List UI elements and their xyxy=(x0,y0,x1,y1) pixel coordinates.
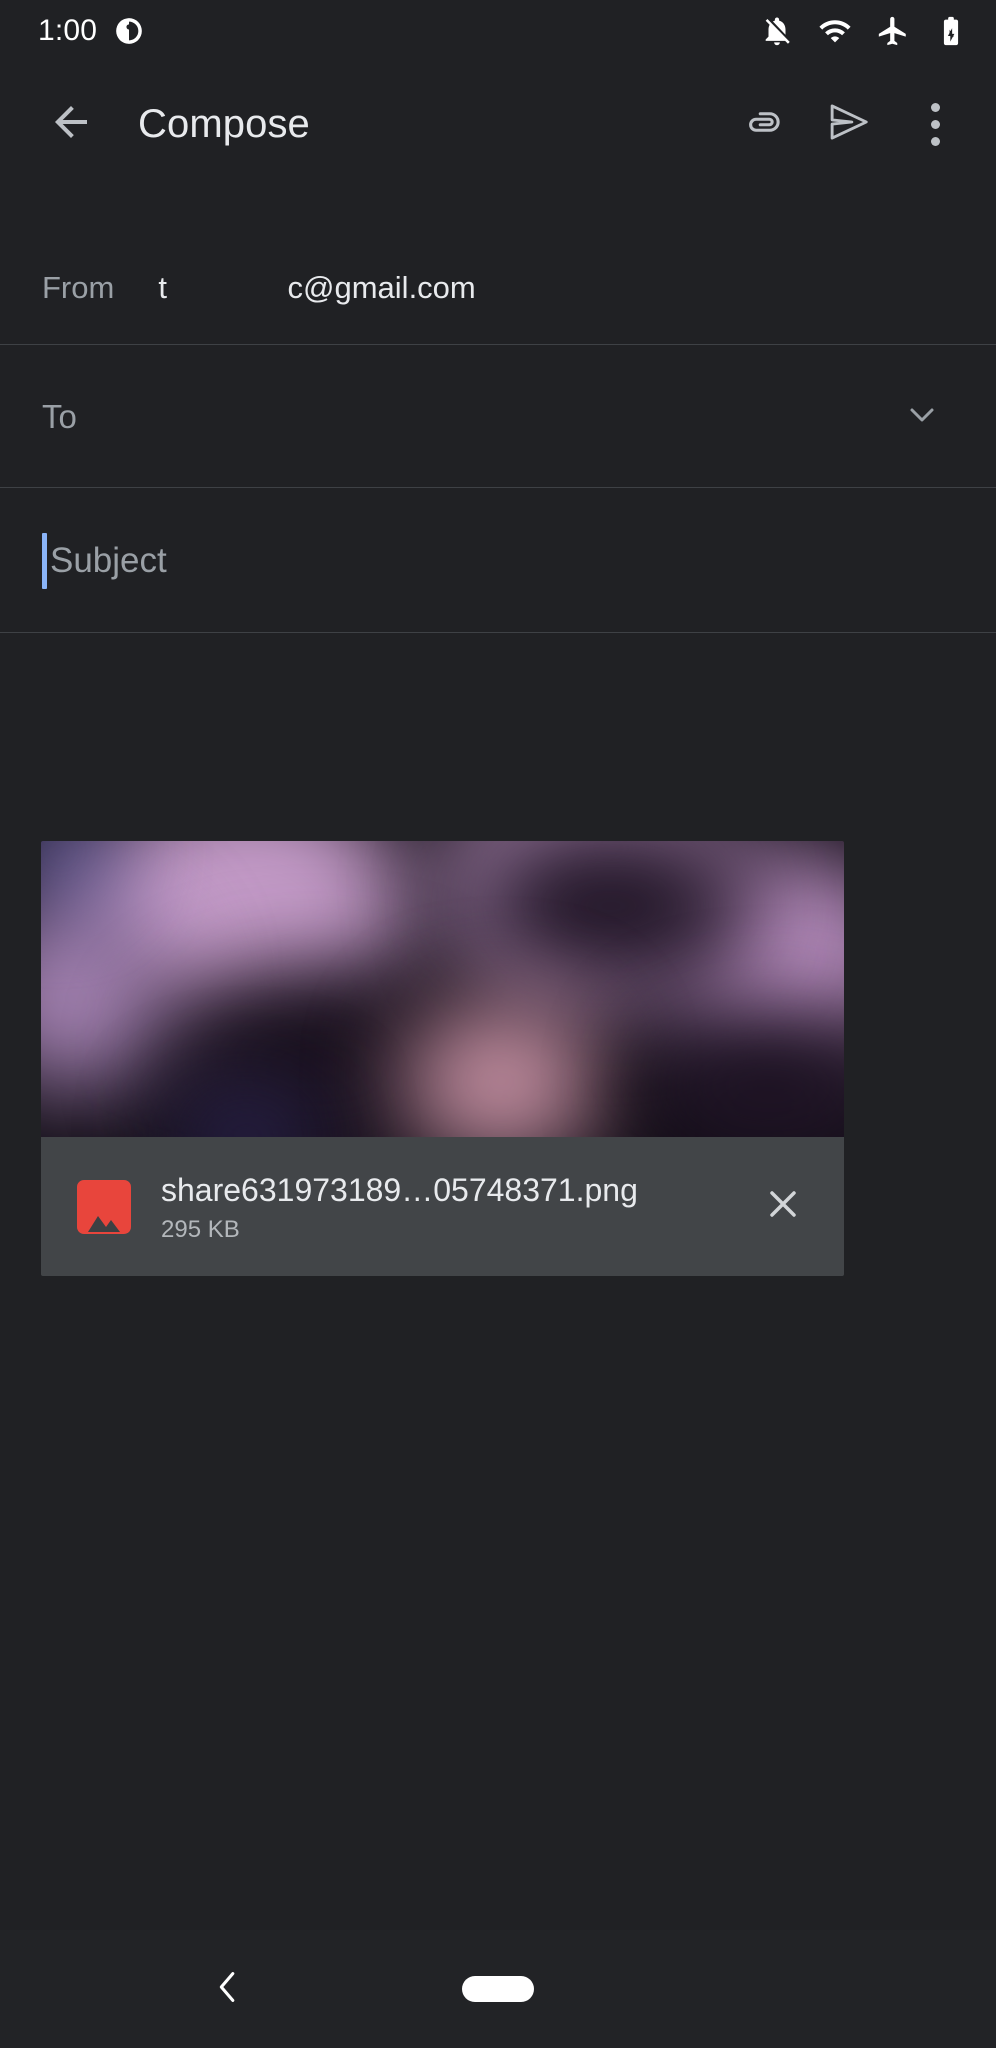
attach-button[interactable] xyxy=(720,81,806,167)
more-options-button[interactable] xyxy=(892,81,978,167)
text-caret xyxy=(42,533,47,589)
airplane-mode-icon xyxy=(876,14,910,48)
status-clock: 1:00 xyxy=(38,14,98,47)
divider-subject xyxy=(0,632,996,633)
nav-home-pill[interactable] xyxy=(462,1976,534,2002)
message-body-area[interactable]: share631973189…05748371.png 295 KB xyxy=(0,634,996,1920)
back-button[interactable] xyxy=(34,87,108,161)
notifications-off-icon xyxy=(760,14,794,48)
compose-screen: 1:00 Compose From t c@gmail.com To Subje… xyxy=(0,0,996,2048)
from-label: From xyxy=(42,270,115,305)
attachment-file-name: share631973189…05748371.png xyxy=(161,1171,638,1208)
status-bar: 1:00 xyxy=(0,0,996,62)
send-button[interactable] xyxy=(806,81,892,167)
divider-to xyxy=(0,487,996,488)
more-vertical-icon xyxy=(930,102,940,146)
attachment-card[interactable]: share631973189…05748371.png 295 KB xyxy=(41,841,844,1276)
close-icon xyxy=(761,1182,805,1231)
app-bar: Compose xyxy=(0,62,996,186)
to-field[interactable]: To xyxy=(0,346,996,488)
wifi-icon xyxy=(818,14,852,48)
app-activity-icon xyxy=(115,17,143,45)
chevron-left-icon xyxy=(205,1964,251,2015)
from-address: t c@gmail.com xyxy=(158,270,476,305)
expand-recipients-button[interactable] xyxy=(890,385,954,449)
nav-back-button[interactable] xyxy=(196,1957,260,2021)
attachment-text: share631973189…05748371.png 295 KB xyxy=(161,1170,730,1244)
send-icon xyxy=(826,99,872,150)
system-navigation-bar xyxy=(0,1930,996,2048)
battery-charging-icon xyxy=(934,14,968,48)
status-bar-left: 1:00 xyxy=(38,14,143,48)
attachment-thumbnail[interactable] xyxy=(41,841,844,1137)
subject-field[interactable]: Subject xyxy=(0,489,996,633)
image-icon xyxy=(77,1179,131,1234)
attachment-info-bar: share631973189…05748371.png 295 KB xyxy=(41,1137,844,1276)
subject-input[interactable]: Subject xyxy=(50,541,167,581)
status-bar-right xyxy=(760,14,968,48)
divider-from xyxy=(0,344,996,345)
page-title: Compose xyxy=(138,101,310,146)
chevron-down-icon xyxy=(902,395,942,440)
app-bar-actions xyxy=(720,81,978,167)
remove-attachment-button[interactable] xyxy=(748,1172,818,1242)
paperclip-icon xyxy=(741,100,785,149)
from-field[interactable]: From t c@gmail.com xyxy=(0,232,996,344)
to-input[interactable]: To xyxy=(42,398,77,436)
attachment-file-size: 295 KB xyxy=(161,1215,240,1243)
arrow-left-icon xyxy=(47,98,95,151)
